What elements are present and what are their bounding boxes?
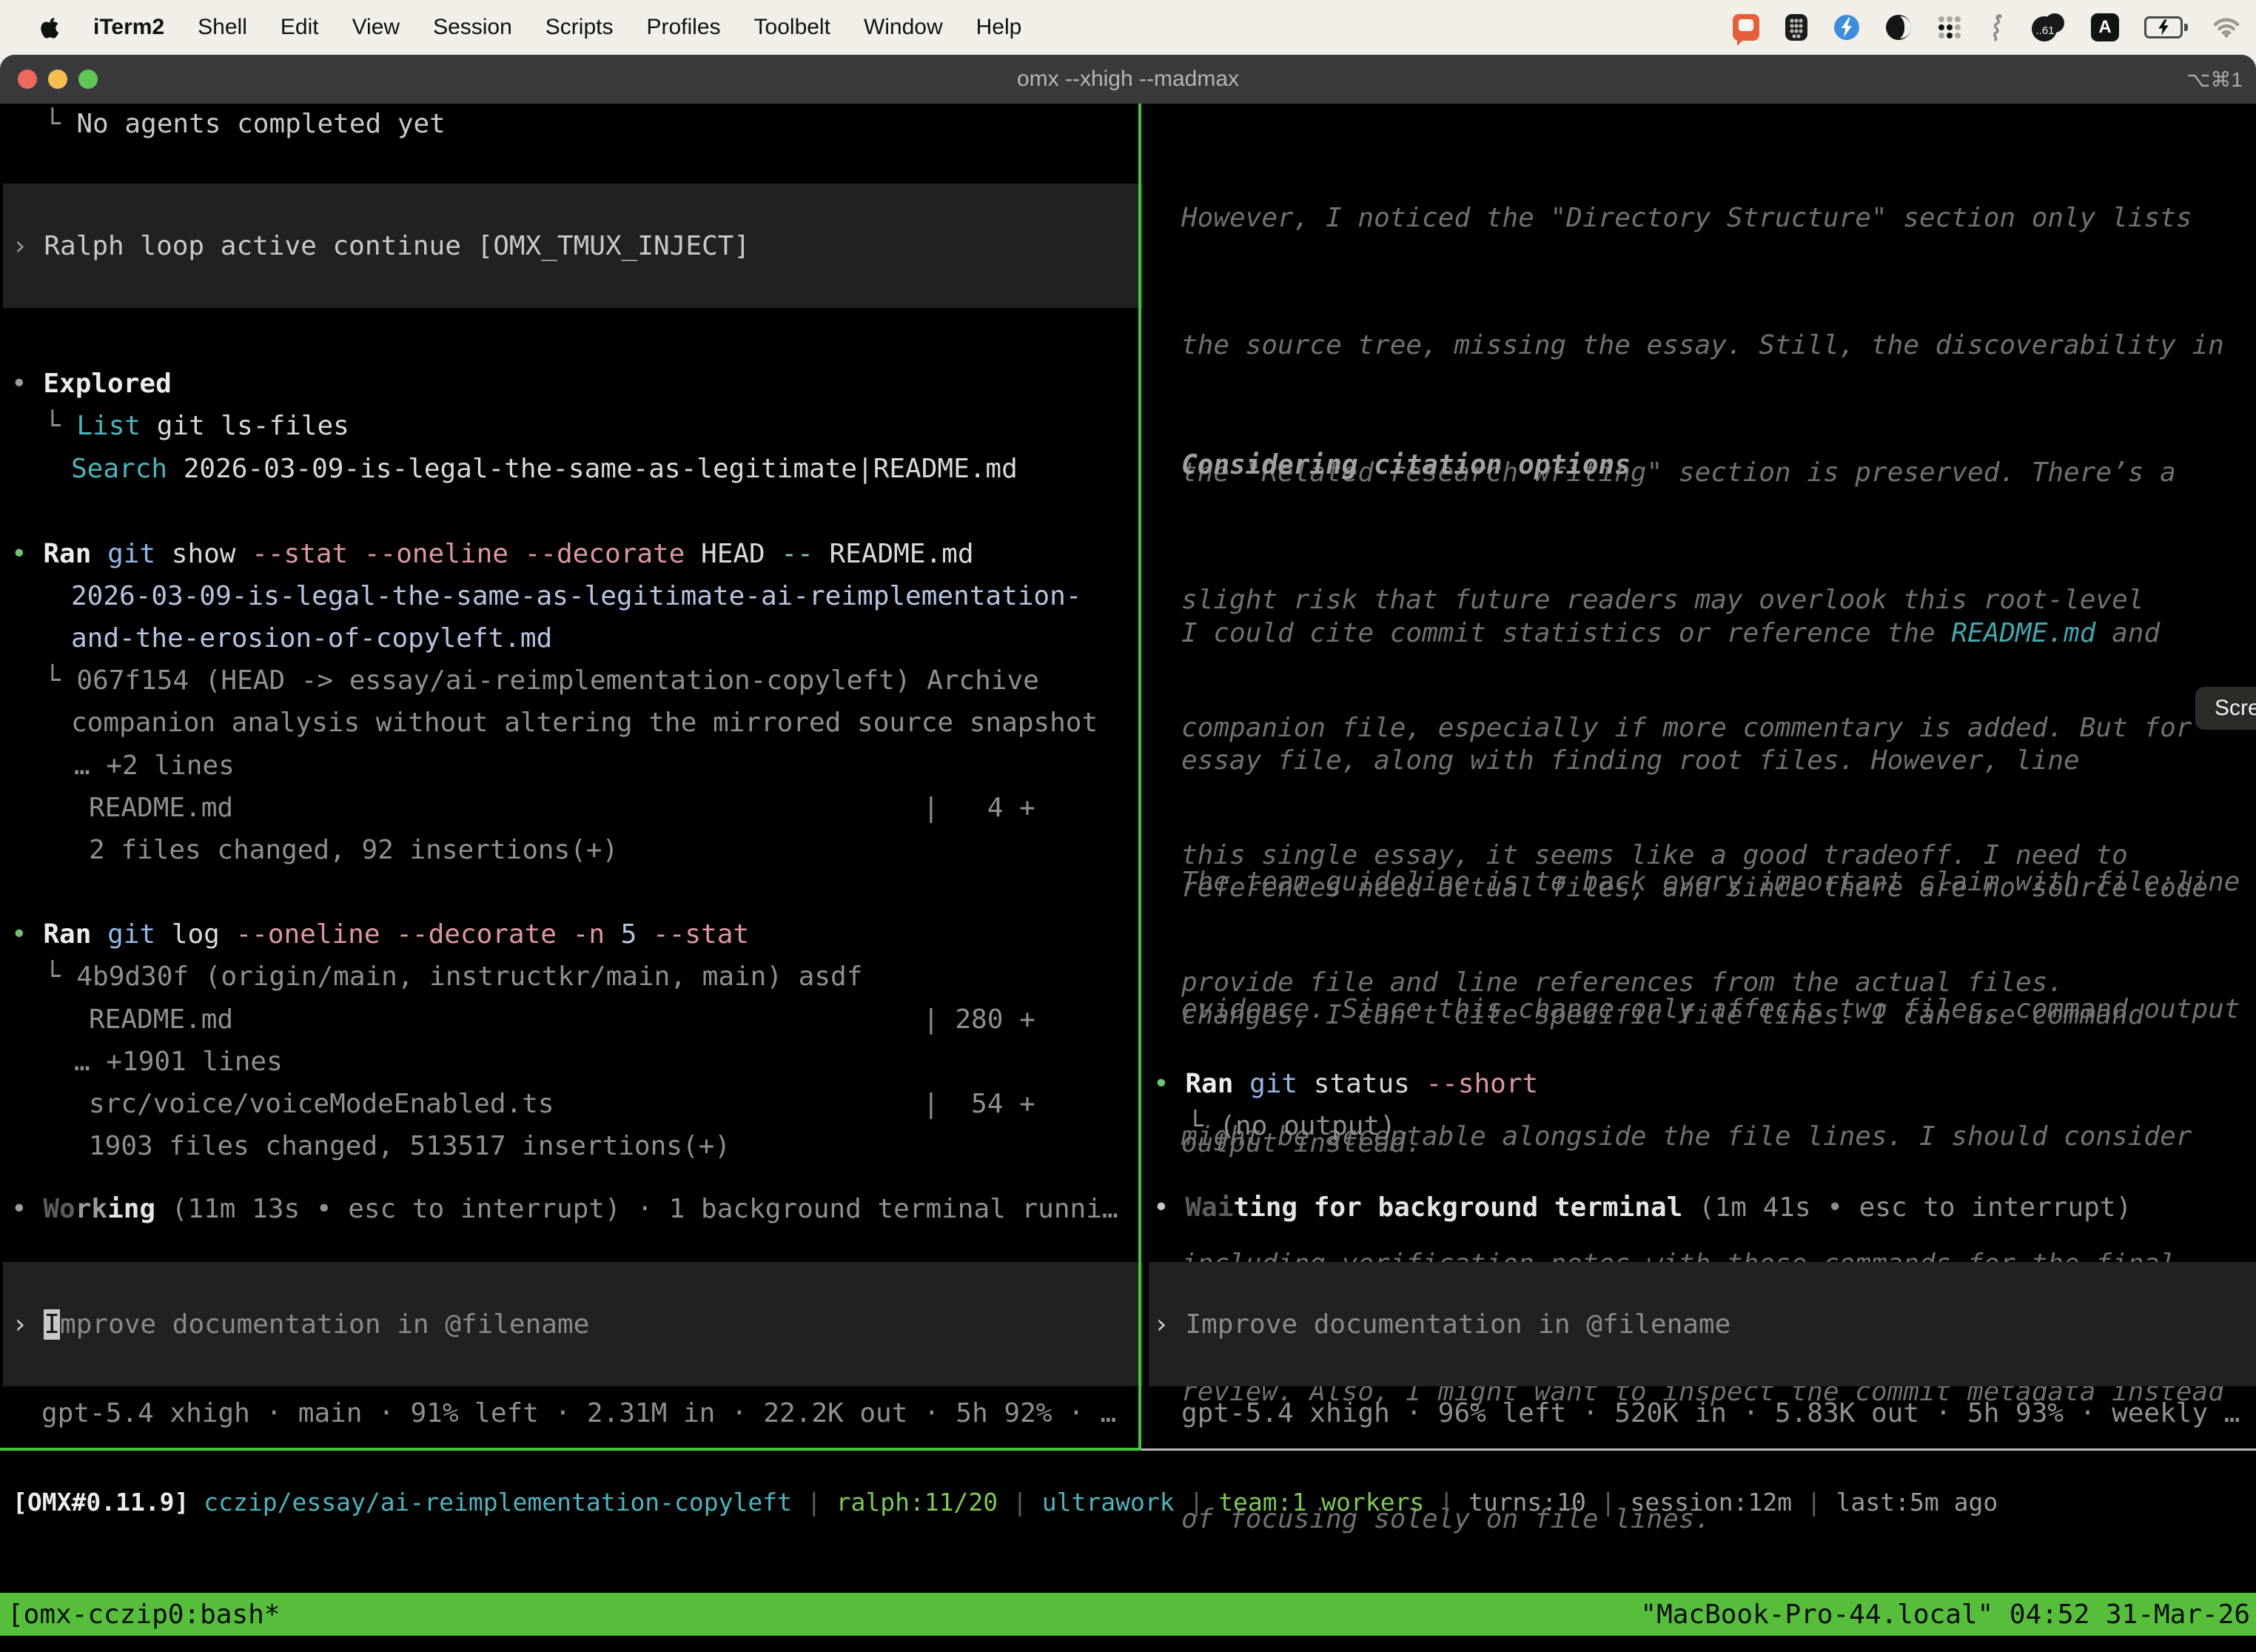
menu-window[interactable]: Window <box>864 15 943 40</box>
git-show-more-line: … +2 lines <box>74 750 235 782</box>
battery-icon[interactable] <box>2144 16 2188 38</box>
prompt-input-right[interactable]: › Improve documentation in @filename <box>1149 1262 2256 1386</box>
count-badge-label: ..61 <box>2032 24 2058 37</box>
blue-bolt-badge-icon[interactable] <box>1833 14 1860 41</box>
explored-search-line: Search 2026-03-09-is-legal-the-same-as-l… <box>71 453 1018 486</box>
menu-bar: iTerm2 Shell Edit View Session Scripts P… <box>0 0 2256 55</box>
wifi-icon[interactable] <box>2213 17 2240 38</box>
bullet-glyph: • <box>11 919 43 950</box>
omx-branch-path: cczip/essay/ai-reimplementation-copyleft <box>204 1488 792 1517</box>
waiting-status-line: • Waiting for background terminal (1m 41… <box>1153 1192 2132 1224</box>
command-continuation: 2026-03-09-is-legal-the-same-as-legitima… <box>71 580 1081 613</box>
menu-bar-status-icons: ..61 A <box>1733 13 2256 41</box>
prompt-glyph: › <box>1153 1309 1185 1340</box>
a-key-label: A <box>2098 17 2111 38</box>
menu-edit[interactable]: Edit <box>281 15 319 40</box>
input-placeholder: mprove documentation in @filename <box>60 1309 589 1340</box>
git-log-stat-line: README.md | 280 + <box>89 1004 1035 1036</box>
git-show-output-line: └ 067f154 (HEAD -> essay/ai-reimplementa… <box>44 665 1039 697</box>
screen-share-tooltip: Scre <box>2195 687 2256 730</box>
tree-glyph: └ <box>1187 1111 1219 1141</box>
tree-glyph: └ <box>44 961 76 992</box>
omx-mode: ultrawork <box>1042 1488 1175 1517</box>
tmux-host-clock: "MacBook-Pro-44.local" 04:52 31-Mar-26 <box>1640 1599 2256 1630</box>
inject-box-left[interactable]: › Ralph loop active continue [OMX_TMUX_I… <box>3 184 1143 308</box>
dragon-icon[interactable] <box>1987 13 2007 41</box>
omx-status-line: [OMX#0.11.9] cczip/essay/ai-reimplementa… <box>13 1486 1998 1519</box>
thinking-heading: Considering citation options <box>1181 444 1631 486</box>
bullet-glyph: • <box>1153 1192 1185 1223</box>
tree-glyph: └ <box>44 411 76 441</box>
git-show-output-line: companion analysis without altering the … <box>71 707 1098 739</box>
omx-version: [OMX#0.11.9] <box>13 1488 204 1517</box>
git-log-summary-line: 1903 files changed, 513517 insertions(+) <box>89 1130 731 1163</box>
explored-list-line: └ List git ls-files <box>44 410 349 443</box>
working-status-line: • Working (11m 13s • esc to interrupt) ·… <box>11 1193 1118 1226</box>
git-show-stat-line: README.md | 4 + <box>89 792 1035 825</box>
input-placeholder: Improve documentation in @filename <box>1185 1309 1730 1340</box>
omx-turns: turns:10 <box>1468 1488 1586 1517</box>
crescent-circle-icon[interactable] <box>1885 14 1912 41</box>
dots-grid-icon[interactable] <box>1937 15 1962 40</box>
window-title: omx --xhigh --madmax <box>0 55 2256 104</box>
command-continuation: and-the-erosion-of-copyleft.md <box>71 622 552 655</box>
count-badge-icon[interactable]: ..61 <box>2032 13 2066 41</box>
menu-toolbelt[interactable]: Toolbelt <box>754 15 830 40</box>
tree-glyph: └ <box>44 665 76 696</box>
omx-ralph-counter: ralph:11/20 <box>836 1488 998 1517</box>
a-key-icon[interactable]: A <box>2091 13 2119 41</box>
git-status-output-line: └ (no output) <box>1187 1110 1396 1143</box>
explored-header: • Explored <box>11 368 172 400</box>
omx-last: last:5m ago <box>1836 1488 1998 1517</box>
omx-session: session:12m <box>1631 1488 1793 1517</box>
menu-scripts[interactable]: Scripts <box>545 15 614 40</box>
menu-shell[interactable]: Shell <box>198 15 247 40</box>
bullet-glyph: • <box>11 369 43 399</box>
git-show-summary-line: 2 files changed, 92 insertions(+) <box>89 834 618 867</box>
title-bar: omx --xhigh --madmax ⌥⌘1 <box>0 55 2256 104</box>
active-pane-border <box>0 1448 1141 1451</box>
readme-link[interactable]: README.md <box>1951 618 2095 648</box>
prompt-input-left[interactable]: › Improve documentation in @filename <box>3 1262 1143 1386</box>
apple-icon[interactable] <box>40 16 60 39</box>
git-log-more-line: … +1901 lines <box>74 1046 283 1078</box>
agents-note-line: └ No agents completed yet <box>44 108 446 141</box>
menu-help[interactable]: Help <box>976 15 1022 40</box>
command-git-show: • Ran git show --stat --oneline --decora… <box>11 538 974 571</box>
pane-divider[interactable] <box>1138 104 1141 1451</box>
bullet-glyph: • <box>11 539 43 569</box>
chat-badge-icon[interactable] <box>1733 14 1759 41</box>
tree-glyph: └ <box>44 109 76 139</box>
bullet-glyph: • <box>1153 1069 1185 1099</box>
window-shortcut-hint: ⌥⌘1 <box>2186 55 2243 104</box>
git-log-stat-line: src/voice/voiceModeEnabled.ts | 54 + <box>89 1088 1035 1121</box>
command-git-status: • Ran git status --short <box>1153 1068 1538 1101</box>
bullet-glyph: • <box>11 1194 43 1224</box>
prompt-glyph: › <box>12 1309 44 1340</box>
menu-bar-left: iTerm2 Shell Edit View Session Scripts P… <box>0 15 1021 40</box>
tmux-session-name[interactable]: [omx-cczip0:bash* <box>0 1599 280 1630</box>
grid-shield-icon[interactable] <box>1785 13 1808 41</box>
menu-iterm2[interactable]: iTerm2 <box>93 15 164 40</box>
menu-view[interactable]: View <box>352 15 400 40</box>
prompt-glyph: › <box>12 231 44 261</box>
thinking-paragraph: The team guideline is to back every impo… <box>1181 776 2240 1583</box>
command-git-log: • Ran git log --oneline --decorate -n 5 … <box>11 919 749 951</box>
git-log-output-line: └ 4b9d30f (origin/main, instructkr/main,… <box>44 961 862 993</box>
inactive-pane-border <box>1141 1448 2256 1451</box>
menu-profiles[interactable]: Profiles <box>646 15 720 40</box>
tmux-status-bar: [omx-cczip0:bash* "MacBook-Pro-44.local"… <box>0 1593 2256 1636</box>
menu-session[interactable]: Session <box>433 15 512 40</box>
text-cursor: I <box>44 1309 60 1340</box>
omx-team: team:1 workers <box>1218 1488 1424 1517</box>
session-stats-left: gpt-5.4 xhigh · main · 91% left · 2.31M … <box>41 1397 1116 1430</box>
session-stats-right: gpt-5.4 xhigh · 96% left · 520K in · 5.8… <box>1181 1397 2240 1430</box>
inject-box-text: Ralph loop active continue [OMX_TMUX_INJ… <box>44 231 750 261</box>
